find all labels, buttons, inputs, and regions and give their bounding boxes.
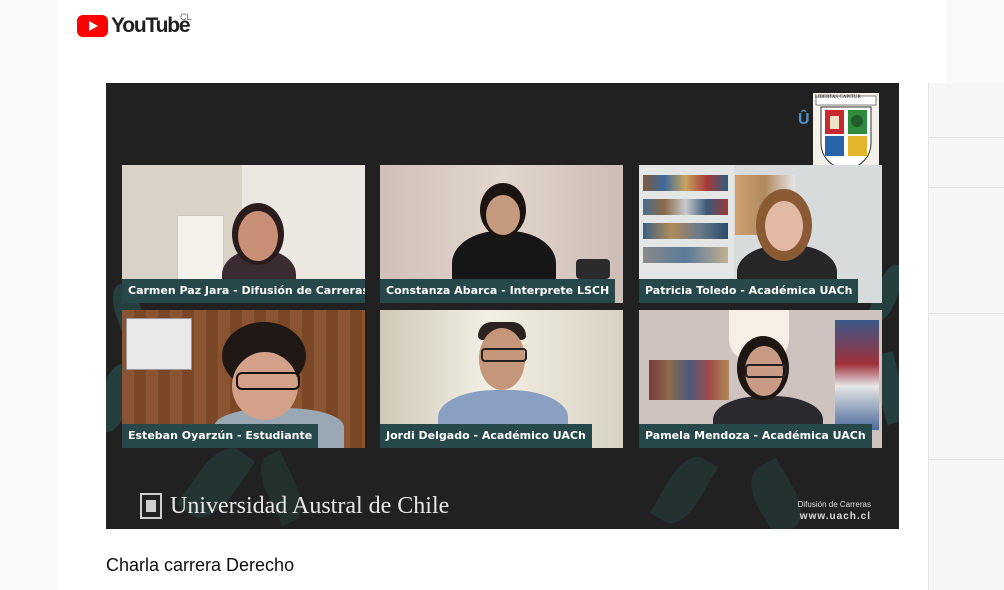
sidebar-divider — [929, 137, 1004, 138]
participant-name: Carmen Paz Jara - Difusión de Carreras — [122, 279, 365, 303]
sidebar-divider — [929, 313, 1004, 314]
university-emblem-icon — [140, 493, 162, 519]
participant-tile: Jordi Delgado - Académico UACh — [380, 310, 623, 448]
sidebar-divider — [929, 187, 1004, 188]
youtube-wordmark: YouTube — [111, 14, 191, 37]
video-title: Charla carrera Derecho — [106, 555, 295, 575]
right-sidebar — [928, 83, 1004, 590]
uach-u-logo: Û — [798, 111, 810, 128]
participant-name: Esteban Oyarzún - Estudiante — [122, 424, 319, 448]
university-name: Universidad Austral de Chile — [170, 493, 450, 519]
participant-tile: Constanza Abarca - Interprete LSCH — [380, 165, 623, 303]
participant-name: Jordi Delgado - Académico UACh — [380, 424, 592, 448]
crest-motto: LIBERTAS CAPITUR — [815, 95, 861, 100]
university-crest-icon — [813, 93, 879, 175]
participant-name: Pamela Mendoza - Académica UACh — [639, 424, 872, 448]
participant-tile: Pamela Mendoza - Académica UACh — [639, 310, 882, 448]
participant-name: Patricia Toledo - Académica UACh — [639, 279, 859, 303]
participant-tile: Esteban Oyarzún - Estudiante — [122, 310, 365, 448]
video-player[interactable]: Û LIBERTAS CAPITUR Carmen Paz Jara - Dif… — [106, 83, 899, 529]
youtube-play-icon — [77, 15, 108, 37]
participant-tile: Carmen Paz Jara - Difusión de Carreras — [122, 165, 365, 303]
participant-tile: Patricia Toledo - Académica UACh — [639, 165, 882, 303]
country-code: CL — [180, 12, 192, 22]
sidebar-divider — [929, 459, 1004, 460]
footer-department: Difusión de Carreras — [797, 500, 871, 509]
youtube-logo[interactable]: YouTube — [77, 13, 191, 39]
footer-url: www.uach.cl — [799, 511, 871, 522]
leaf-decoration — [649, 448, 719, 529]
participant-name: Constanza Abarca - Interprete LSCH — [380, 279, 616, 303]
